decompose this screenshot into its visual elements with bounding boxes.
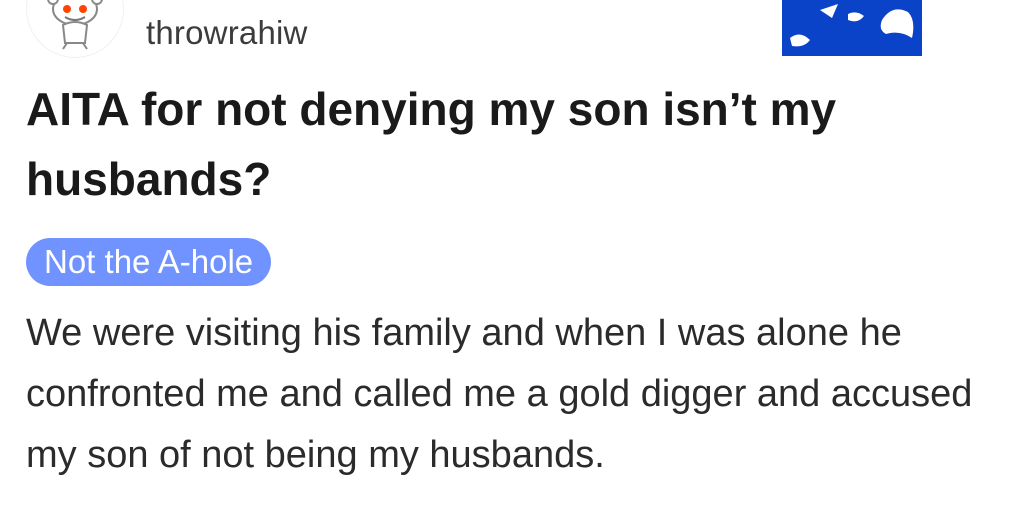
post-title[interactable]: AITA for not denying my son isn’t my hus…: [26, 74, 986, 214]
reddit-snoo-avatar-icon: [47, 0, 103, 50]
user-avatar[interactable]: [26, 0, 124, 58]
post-body-text: We were visiting his family and when I w…: [26, 312, 973, 476]
post-card: throwrahiw AITA for not denying my son i…: [0, 0, 1018, 521]
post-author-username[interactable]: throwrahiw: [146, 14, 308, 52]
award-badge-icon[interactable]: [782, 0, 922, 56]
post-flair-badge[interactable]: Not the A-hole: [26, 238, 272, 286]
